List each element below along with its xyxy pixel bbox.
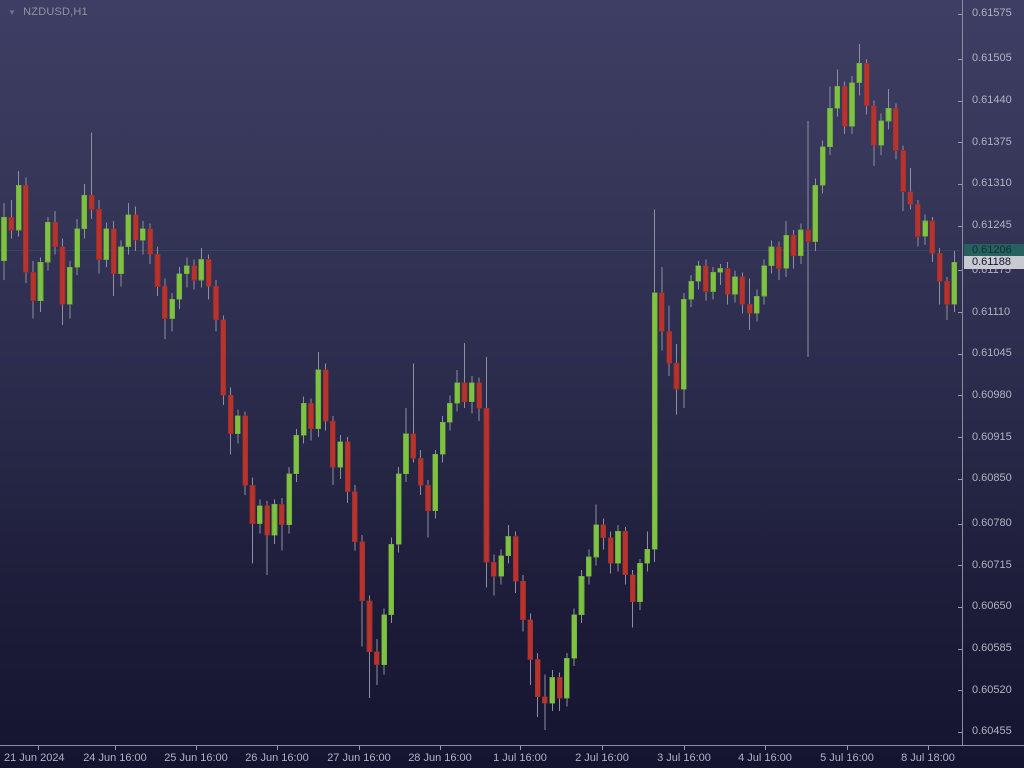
- time-tick-label: 28 Jun 16:00: [408, 752, 472, 764]
- price-tick-label: 0.60780: [972, 517, 1012, 530]
- time-tick-label: 3 Jul 16:00: [657, 752, 711, 764]
- price-tick: [958, 732, 962, 733]
- price-tick: [958, 142, 962, 143]
- time-tick-label: 4 Jul 16:00: [738, 752, 792, 764]
- price-tick: [958, 312, 962, 313]
- price-tick-label: 0.60915: [972, 431, 1012, 444]
- time-tick-label: 25 Jun 16:00: [164, 752, 228, 764]
- candles-svg: [0, 0, 960, 745]
- price-tick: [958, 649, 962, 650]
- price-tick-label: 0.61375: [972, 136, 1012, 149]
- price-tick-label: 0.60980: [972, 389, 1012, 402]
- time-tick: [277, 746, 278, 750]
- price-tick: [958, 395, 962, 396]
- price-tick-label: 0.60520: [972, 684, 1012, 697]
- time-tick: [602, 746, 603, 750]
- price-tick-label: 0.60455: [972, 725, 1012, 738]
- price-axis[interactable]: 0.61206 0.61188 0.615750.615050.614400.6…: [962, 0, 1024, 745]
- time-tick-label: 26 Jun 16:00: [245, 752, 309, 764]
- time-tick-label: 27 Jun 16:00: [327, 752, 391, 764]
- price-tick-label: 0.60850: [972, 472, 1012, 485]
- time-axis[interactable]: 21 Jun 2024 24 Jun 16:00 25 Jun 16:00 26 Ju…: [0, 745, 1024, 768]
- time-tick: [520, 746, 521, 750]
- price-tick: [958, 437, 962, 438]
- price-tick: [958, 226, 962, 227]
- time-tick-label: 8 Jul 18:00: [901, 752, 955, 764]
- price-tick: [958, 690, 962, 691]
- price-tick: [958, 479, 962, 480]
- price-tick-label: 0.61310: [972, 177, 1012, 190]
- time-tick: [928, 746, 929, 750]
- price-tick-label: 0.61045: [972, 347, 1012, 360]
- price-tick: [958, 101, 962, 102]
- time-tick: [847, 746, 848, 750]
- time-tick-label: 21 Jun 2024: [4, 752, 65, 764]
- time-tick-label: 1 Jul 16:00: [493, 752, 547, 764]
- time-tick: [684, 746, 685, 750]
- price-tick: [958, 270, 962, 271]
- time-tick-label: 24 Jun 16:00: [83, 752, 147, 764]
- bid-price-badge: 0.61188: [964, 256, 1024, 269]
- time-tick-label: 2 Jul 16:00: [575, 752, 629, 764]
- time-tick: [38, 746, 39, 750]
- symbol-label: ▼ NZDUSD,H1: [8, 6, 88, 18]
- price-tick: [958, 607, 962, 608]
- price-tick: [958, 565, 962, 566]
- time-tick: [115, 746, 116, 750]
- price-tick: [958, 14, 962, 15]
- price-tick-label: 0.60585: [972, 642, 1012, 655]
- price-tick: [958, 524, 962, 525]
- price-tick: [958, 59, 962, 60]
- price-tick-label: 0.60715: [972, 559, 1012, 572]
- time-tick-label: 5 Jul 16:00: [820, 752, 874, 764]
- time-tick: [196, 746, 197, 750]
- time-tick: [359, 746, 360, 750]
- price-tick: [958, 354, 962, 355]
- chart-window: ▼ NZDUSD,H1 0.61206 0.61188 0.615750.615…: [0, 0, 1024, 768]
- chevron-down-icon: ▼: [8, 7, 16, 18]
- price-tick-label: 0.61505: [972, 52, 1012, 65]
- price-tick-label: 0.61440: [972, 94, 1012, 107]
- price-tick-label: 0.61245: [972, 219, 1012, 232]
- price-tick-label: 0.60650: [972, 600, 1012, 613]
- price-tick: [958, 184, 962, 185]
- price-tick-label: 0.61110: [972, 306, 1010, 319]
- time-tick: [765, 746, 766, 750]
- time-tick: [440, 746, 441, 750]
- chart-plot-area[interactable]: ▼ NZDUSD,H1: [0, 0, 960, 745]
- price-tick-label: 0.61575: [972, 7, 1012, 20]
- symbol-period-text: NZDUSD,H1: [23, 6, 88, 18]
